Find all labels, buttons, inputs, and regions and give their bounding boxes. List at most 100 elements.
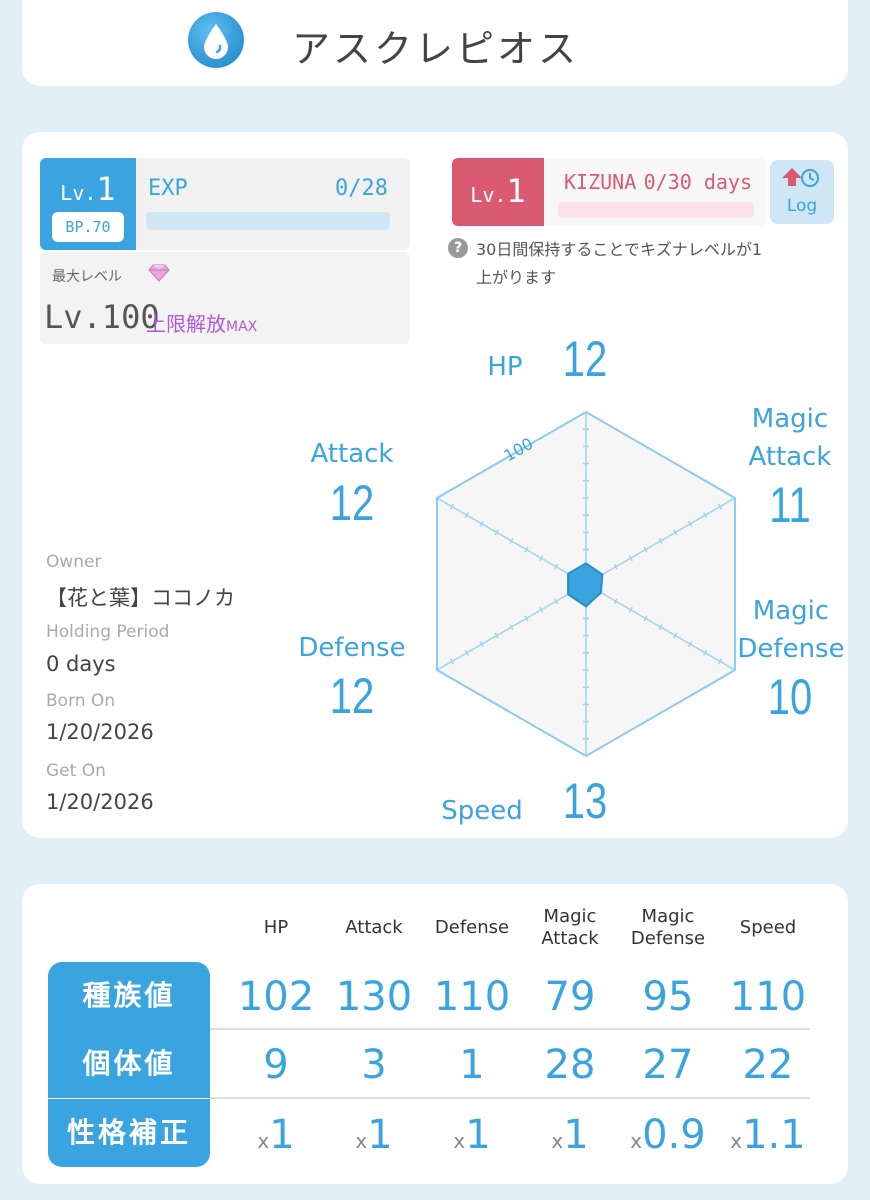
radar-tick (613, 563, 618, 570)
table-cell: 110 (718, 974, 818, 1020)
multiplier-prefix: x (551, 1129, 564, 1153)
help-icon[interactable]: ? (448, 238, 468, 258)
radar-tick (524, 546, 529, 553)
exp-progress-bar (146, 212, 390, 230)
cell-value: 102 (237, 974, 315, 1020)
radar-tick (613, 598, 618, 605)
radar-tick (479, 641, 484, 648)
radar-tick (717, 658, 723, 665)
radar-tick (673, 632, 678, 639)
cell-value: 28 (544, 1042, 596, 1088)
radar-tick (658, 538, 663, 544)
table-cell: x1 (422, 1112, 522, 1158)
stat-value-speed: 13 (562, 773, 608, 829)
cell-value: 79 (544, 974, 596, 1020)
radar-tick (539, 555, 544, 562)
cell-value: 110 (729, 974, 807, 1020)
kizuna-level-box: Lv.1 (452, 158, 544, 226)
log-button[interactable]: Log (770, 160, 834, 224)
radar-tick (494, 632, 499, 639)
get-on-value: 1/20/2026 (46, 790, 154, 814)
cell-value: 1 (459, 1042, 485, 1088)
multiplier-prefix: x (355, 1129, 368, 1153)
radar-tick (464, 649, 469, 656)
max-level-label: 最大レベル (52, 269, 122, 285)
water-drop-icon (188, 12, 244, 68)
exp-value: 0/28 (335, 176, 388, 201)
radar-value-polygon (567, 562, 604, 608)
radar-tick (598, 589, 604, 596)
born-on-value: 1/20/2026 (46, 720, 154, 744)
radar-outer-hexagon (436, 410, 736, 758)
radar-axis-line (585, 497, 736, 585)
row-label-individual-values: 個体値 (48, 1030, 210, 1098)
level-up-clock-icon (780, 166, 824, 198)
stat-value-magic-attack: 11 (769, 477, 811, 533)
col-header-speed: Speed (739, 917, 797, 938)
exp-label: EXP (148, 176, 188, 201)
radar-tick (703, 649, 708, 656)
col-header-magic-defense: Magic Defense (630, 906, 706, 949)
stat-label-speed: Speed (441, 796, 523, 826)
radar-tick (494, 529, 499, 536)
table-cell: x1 (226, 1112, 326, 1158)
radar-tick (509, 538, 514, 544)
radar-tick (643, 615, 648, 622)
kizuna-progress-bar (558, 202, 754, 218)
multiplier-prefix: x (257, 1129, 270, 1153)
stat-label-magic-attack: Magic Attack (748, 404, 832, 472)
cell-value: 130 (335, 974, 413, 1020)
holding-period-label: Holding Period (46, 622, 170, 642)
table-cell: x1 (520, 1112, 620, 1158)
cell-value: 1.1 (742, 1112, 806, 1158)
multiplier-prefix: x (730, 1129, 743, 1153)
radar-axis-line (436, 583, 587, 671)
limit-break-max: MAX (226, 319, 258, 335)
table-cell: 130 (324, 974, 424, 1020)
radar-axis-line (436, 497, 587, 585)
table-cell: x0.9 (618, 1112, 718, 1158)
table-cell: 22 (718, 1042, 818, 1088)
radar-tick (524, 615, 529, 622)
gem-icon (148, 264, 170, 286)
table-divider (210, 1028, 810, 1030)
radar-tick (554, 598, 559, 605)
col-header-defense: Defense (434, 917, 510, 938)
table-cell: 3 (324, 1042, 424, 1088)
cell-value: 3 (361, 1042, 387, 1088)
col-header-attack: Attack (345, 917, 403, 938)
stat-value-defense: 12 (329, 668, 375, 724)
limit-break-text: 上限解放 (146, 312, 226, 336)
cell-value: 22 (742, 1042, 794, 1088)
max-level-value: Lv.100 (44, 298, 160, 336)
owner-value: 【花と葉】ココノカ (46, 586, 235, 610)
kizuna-level-value: 1 (506, 172, 526, 210)
cell-value: 27 (642, 1042, 694, 1088)
exp-box: EXP 0/28 (136, 158, 410, 250)
radar-tick (568, 572, 574, 579)
cell-value: 1 (367, 1112, 393, 1158)
col-header-hp: HP (263, 917, 289, 938)
radar-tick (703, 512, 708, 519)
stats-table-card: HP Attack Defense Magic Attack Magic Def… (22, 884, 848, 1184)
radar-tick (464, 512, 469, 519)
cell-value: 110 (433, 974, 511, 1020)
radar-axes (436, 412, 736, 756)
status-card: Lv.1 BP.70 EXP 0/28 最大レベル Lv.100 上限解放MAX… (22, 132, 848, 838)
multiplier-prefix: x (453, 1129, 466, 1153)
radar-tick (643, 546, 648, 553)
row-label-nature-modifier: 性格補正 (48, 1099, 210, 1167)
table-cell: 110 (422, 974, 522, 1020)
radar-tick (598, 572, 604, 579)
stat-value-magic-defense: 10 (767, 669, 813, 725)
owner-label: Owner (46, 552, 102, 572)
get-on-label: Get On (46, 761, 106, 781)
stat-label-magic-defense: Magic Defense (737, 596, 845, 664)
radar-tick (449, 503, 455, 510)
radar-tick (554, 563, 559, 570)
holding-period-value: 0 days (46, 652, 116, 676)
multiplier-prefix: x (630, 1129, 643, 1153)
table-cell: 9 (226, 1042, 326, 1088)
radar-tick (479, 520, 484, 527)
kizuna-level-prefix: Lv. (470, 183, 507, 207)
